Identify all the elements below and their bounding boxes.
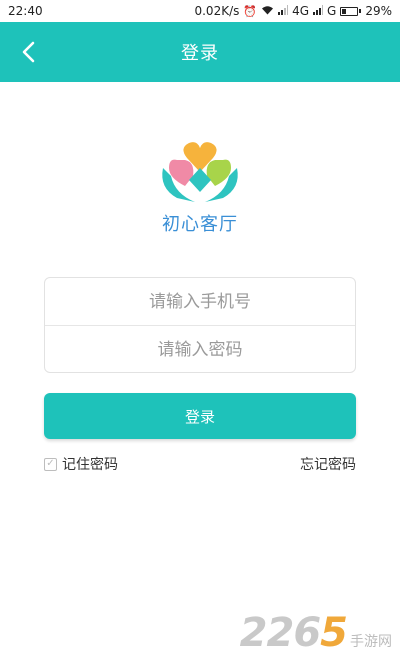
phone-input[interactable] <box>45 278 355 325</box>
status-icons: 0.02K/s ⏰ 4G G 29% <box>194 4 392 18</box>
remember-password-toggle[interactable]: ✓ 记住密码 <box>44 454 118 474</box>
page-title: 登录 <box>181 43 219 64</box>
watermark-site: 手游网 <box>350 634 392 650</box>
remember-password-label: 记住密码 <box>62 457 118 473</box>
network-4g-label: 4G <box>292 4 310 18</box>
chevron-left-icon <box>22 41 35 63</box>
app-logo: 初心客厅 <box>150 138 250 248</box>
forgot-password-link[interactable]: 忘记密码 <box>300 454 356 474</box>
status-bar: 22:40 0.02K/s ⏰ 4G G 29% <box>0 0 400 22</box>
back-button[interactable] <box>10 34 46 70</box>
login-button[interactable]: 登录 <box>44 393 356 439</box>
checkbox-icon[interactable]: ✓ <box>44 457 57 471</box>
status-time: 22:40 <box>8 4 43 18</box>
clover-heart-logo-icon <box>162 142 238 202</box>
battery-percent: 29% <box>365 4 392 18</box>
logo-text: 初心客厅 <box>162 214 238 235</box>
password-input[interactable] <box>45 326 355 372</box>
watermark-number: 2265 <box>239 610 348 656</box>
app-header: 登录 <box>0 22 400 82</box>
battery-icon <box>340 6 362 16</box>
network-g-label: G <box>327 4 337 18</box>
alarm-icon: ⏰ <box>243 4 258 18</box>
login-form <box>44 277 356 373</box>
signal-icon <box>278 5 289 17</box>
login-options: ✓ 记住密码 忘记密码 <box>44 454 356 474</box>
wifi-icon <box>261 5 274 17</box>
network-speed: 0.02K/s <box>194 4 240 18</box>
site-watermark-logo: 2265 手游网 <box>240 610 392 656</box>
signal-icon <box>313 5 324 17</box>
